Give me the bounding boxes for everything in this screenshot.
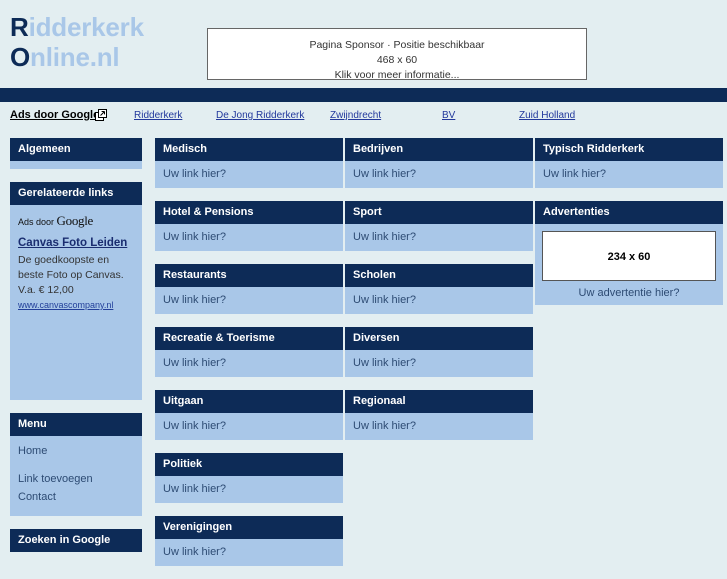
sidebar: Algemeen Gerelateerde links Ads door Goo…	[10, 138, 142, 565]
ad-link-zwijndrecht[interactable]: Zwijndrecht	[330, 110, 381, 121]
panel-restaurants: Restaurants Uw link hier?	[155, 264, 343, 314]
sponsor-line-1: Pagina Sponsor · Positie beschikbaar	[309, 39, 485, 51]
panel-title-diversen: Diversen	[345, 327, 533, 350]
menu-list: Home Link toevoegen Contact	[10, 436, 142, 516]
advert-caption[interactable]: Uw advertentie hier?	[542, 281, 716, 299]
panel-sport: Sport Uw link hier?	[345, 201, 533, 251]
panel-title-medisch: Medisch	[155, 138, 343, 161]
panel-body-algemeen	[10, 161, 142, 169]
ads-by-google-label[interactable]: Ads door Google	[10, 109, 99, 121]
logo-text-ridderkerk: idderkerk	[28, 12, 144, 42]
ad-link-ridderkerk[interactable]: Ridderkerk	[134, 110, 182, 121]
panel-body-restaurants[interactable]: Uw link hier?	[155, 287, 343, 314]
menu-item-link-toevoegen[interactable]: Link toevoegen	[18, 470, 134, 488]
external-link-icon[interactable]	[95, 109, 107, 121]
panel-title-uitgaan: Uitgaan	[155, 390, 343, 413]
category-column-1: Medisch Uw link hier? Hotel & Pensions U…	[155, 138, 343, 579]
panel-title-zoeken-in-google: Zoeken in Google	[10, 529, 142, 552]
panel-title-algemeen: Algemeen	[10, 138, 142, 161]
panel-title-regionaal: Regionaal	[345, 390, 533, 413]
panel-title-politiek: Politiek	[155, 453, 343, 476]
panel-title-bedrijven: Bedrijven	[345, 138, 533, 161]
adsense-filler	[10, 320, 142, 400]
google-ads-bar: Ads door Google Ridderkerk De Jong Ridde…	[0, 102, 727, 132]
sponsor-line-2: 468 x 60	[376, 54, 418, 66]
panel-verenigingen: Verenigingen Uw link hier?	[155, 516, 343, 566]
adsense-ad-url[interactable]: www.canvascompany.nl	[18, 300, 134, 310]
menu-item-home[interactable]: Home	[18, 442, 134, 460]
panel-advertenties: Advertenties 234 x 60 Uw advertentie hie…	[535, 201, 723, 305]
panel-menu: Menu Home Link toevoegen Contact	[10, 413, 142, 516]
panel-title-restaurants: Restaurants	[155, 264, 343, 287]
panel-diversen: Diversen Uw link hier?	[345, 327, 533, 377]
page-header: Ridderkerk Online.nl Pagina Sponsor · Po…	[0, 0, 727, 88]
panel-title-advertenties: Advertenties	[535, 201, 723, 224]
panel-recreatie-toerisme: Recreatie & Toerisme Uw link hier?	[155, 327, 343, 377]
panel-body-scholen[interactable]: Uw link hier?	[345, 287, 533, 314]
panel-zoeken-in-google: Zoeken in Google	[10, 529, 142, 552]
advert-placeholder-box[interactable]: 234 x 60	[542, 231, 716, 281]
panel-title-verenigingen: Verenigingen	[155, 516, 343, 539]
category-column-2: Bedrijven Uw link hier? Sport Uw link hi…	[345, 138, 533, 453]
panel-scholen: Scholen Uw link hier?	[345, 264, 533, 314]
logo-capital-o: O	[10, 42, 31, 72]
sidebar-adsense-ad[interactable]: Ads door Google Canvas Foto Leiden De go…	[10, 205, 142, 320]
panel-medisch: Medisch Uw link hier?	[155, 138, 343, 188]
panel-title-scholen: Scholen	[345, 264, 533, 287]
menu-item-contact[interactable]: Contact	[18, 488, 134, 506]
panel-body-uitgaan[interactable]: Uw link hier?	[155, 413, 343, 440]
panel-typisch-ridderkerk: Typisch Ridderkerk Uw link hier?	[535, 138, 723, 188]
adsense-ad-text: De goedkoopste en beste Foto op Canvas. …	[18, 254, 124, 296]
panel-regionaal: Regionaal Uw link hier?	[345, 390, 533, 440]
adsense-ad-title[interactable]: Canvas Foto Leiden	[18, 236, 134, 251]
panel-title-recreatie-toerisme: Recreatie & Toerisme	[155, 327, 343, 350]
ad-link-zuid-holland[interactable]: Zuid Holland	[519, 110, 575, 121]
panel-title-sport: Sport	[345, 201, 533, 224]
panel-hotel-pensions: Hotel & Pensions Uw link hier?	[155, 201, 343, 251]
adsense-attr-prefix: Ads door	[18, 217, 55, 227]
category-column-3: Typisch Ridderkerk Uw link hier? Adverte…	[535, 138, 723, 318]
ad-link-bv[interactable]: BV	[442, 110, 455, 121]
google-wordmark: Google	[56, 213, 94, 228]
panel-body-politiek[interactable]: Uw link hier?	[155, 476, 343, 503]
panel-body-recreatie-toerisme[interactable]: Uw link hier?	[155, 350, 343, 377]
sponsor-banner[interactable]: Pagina Sponsor · Positie beschikbaar 468…	[207, 28, 587, 81]
logo-text-online: nline.nl	[30, 42, 120, 72]
panel-body-bedrijven[interactable]: Uw link hier?	[345, 161, 533, 188]
panel-body-hotel-pensions[interactable]: Uw link hier?	[155, 224, 343, 251]
sponsor-line-3: Klik voor meer informatie...	[334, 69, 460, 81]
panel-gerelateerde-links: Gerelateerde links Ads door Google Canva…	[10, 182, 142, 400]
panel-algemeen: Algemeen	[10, 138, 142, 169]
panel-uitgaan: Uitgaan Uw link hier?	[155, 390, 343, 440]
panel-body-sport[interactable]: Uw link hier?	[345, 224, 533, 251]
panel-title-gerelateerde-links: Gerelateerde links	[10, 182, 142, 205]
panel-body-medisch[interactable]: Uw link hier?	[155, 161, 343, 188]
navy-divider-bar	[0, 88, 727, 102]
panel-title-typisch-ridderkerk: Typisch Ridderkerk	[535, 138, 723, 161]
logo-capital-r: R	[10, 12, 29, 42]
menu-spacer	[18, 460, 134, 470]
panel-title-hotel-pensions: Hotel & Pensions	[155, 201, 343, 224]
panel-body-verenigingen[interactable]: Uw link hier?	[155, 539, 343, 566]
advert-body: 234 x 60 Uw advertentie hier?	[535, 224, 723, 305]
site-logo[interactable]: Ridderkerk Online.nl	[10, 12, 144, 72]
adsense-attribution: Ads door Google	[18, 213, 134, 229]
panel-bedrijven: Bedrijven Uw link hier?	[345, 138, 533, 188]
panel-title-menu: Menu	[10, 413, 142, 436]
panel-body-typisch-ridderkerk[interactable]: Uw link hier?	[535, 161, 723, 188]
panel-politiek: Politiek Uw link hier?	[155, 453, 343, 503]
panel-body-regionaal[interactable]: Uw link hier?	[345, 413, 533, 440]
ad-link-de-jong-ridderkerk[interactable]: De Jong Ridderkerk	[216, 110, 304, 121]
panel-body-diversen[interactable]: Uw link hier?	[345, 350, 533, 377]
